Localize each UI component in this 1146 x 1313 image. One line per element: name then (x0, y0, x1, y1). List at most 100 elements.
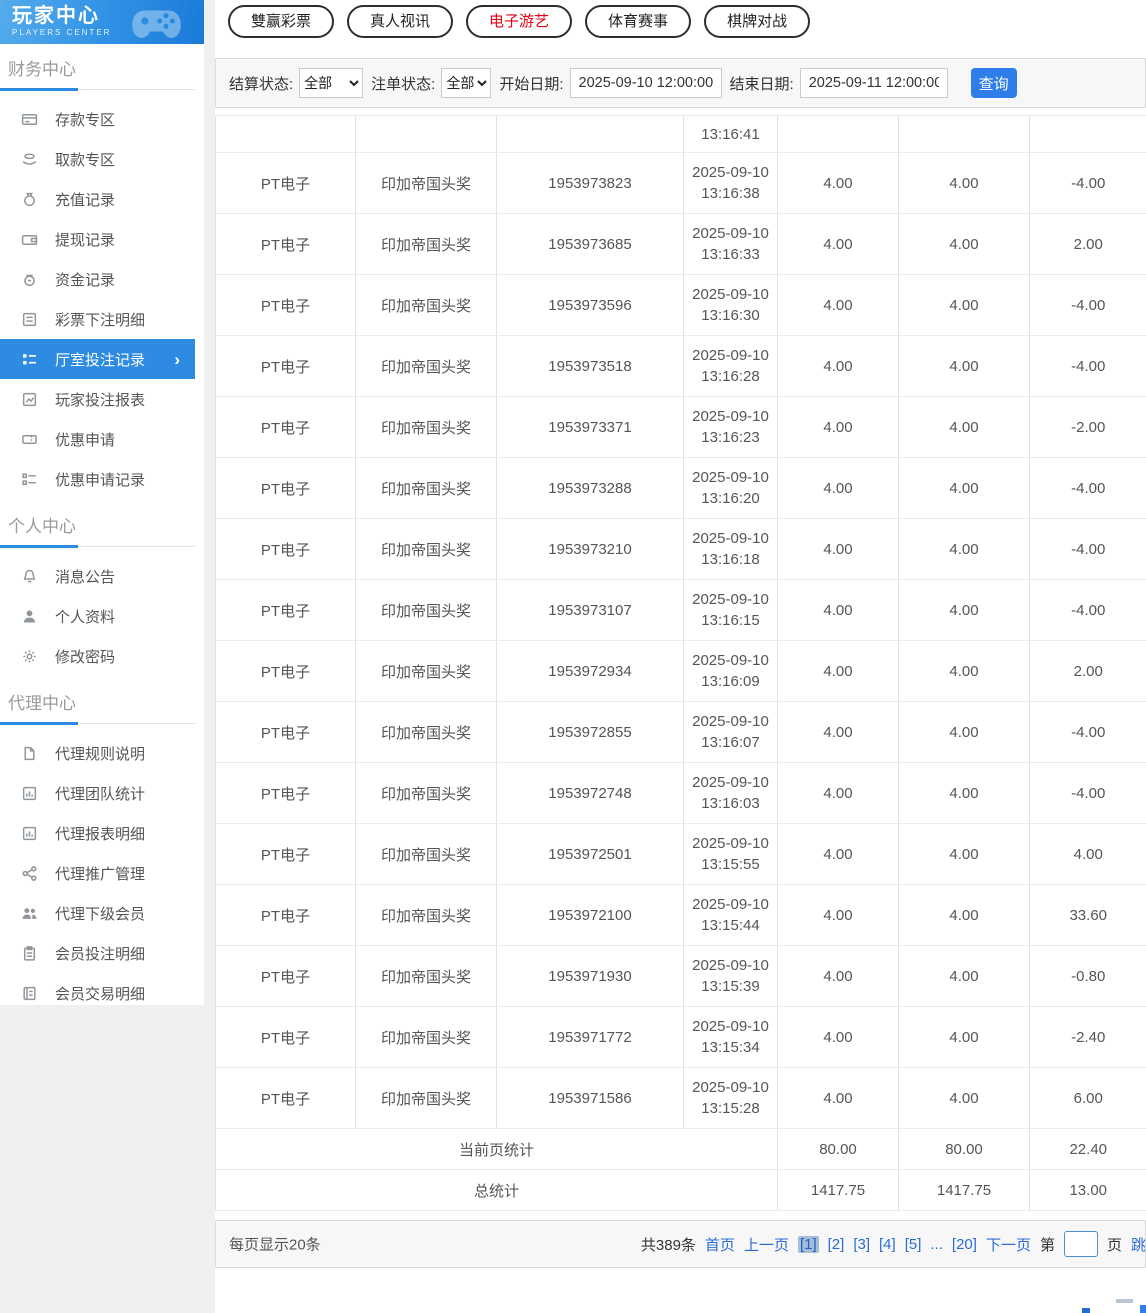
cell-datetime: 2025-09-10 13:16:30 (683, 274, 778, 336)
cell-result: -4.00 (1029, 518, 1146, 580)
jump-page-input[interactable] (1063, 1231, 1098, 1257)
cell-result: -4.00 (1029, 335, 1146, 397)
sidebar-section-title: 个人中心 (8, 517, 76, 536)
cell-order: 1953972501 (496, 823, 684, 885)
sidebar-item[interactable]: 代理报表明细 (0, 813, 195, 853)
page-number-link[interactable]: [2] (828, 1236, 845, 1253)
cell-order (496, 115, 684, 153)
filter-bar: 结算状态: 全部 注单状态: 全部 开始日期: 结束日期: 查询 (215, 58, 1146, 108)
below-sidebar-background (0, 1005, 204, 1313)
sidebar-item[interactable]: 优惠申请记录 (0, 459, 195, 499)
next-page-link[interactable]: 下一页 (986, 1234, 1031, 1255)
sidebar-item-label: 代理团队统计 (55, 785, 146, 803)
cell-order: 1953971586 (496, 1067, 684, 1129)
sidebar-item-label: 会员投注明细 (55, 945, 146, 963)
sidebar-item[interactable]: 优惠申请 (0, 419, 195, 459)
page-number-link[interactable]: [4] (879, 1236, 896, 1253)
game-category-tab[interactable]: 真人视讯 (347, 5, 454, 38)
page-number-link[interactable]: [20] (952, 1236, 977, 1253)
cell-order: 1953973288 (496, 457, 684, 519)
sidebar-item[interactable]: 消息公告 (0, 556, 195, 596)
cell-platform: PT电子 (215, 884, 356, 946)
table-row: PT电子 印加帝国头奖 1953972748 2025-09-10 13:16:… (215, 762, 1146, 824)
cell-valid: 4.00 (898, 823, 1030, 885)
sidebar-item[interactable]: 代理规则说明 (0, 733, 195, 773)
game-category-tab[interactable]: 棋牌对战 (704, 5, 811, 38)
cell-valid: 4.00 (898, 518, 1030, 580)
sidebar-item-label: 存款专区 (55, 111, 116, 129)
cell-game: 印加帝国头奖 (355, 457, 497, 519)
table-row: PT电子 印加帝国头奖 1953971772 2025-09-10 13:15:… (215, 1006, 1146, 1068)
cell-bet: 4.00 (777, 640, 899, 702)
cell-datetime: 2025-09-10 13:16:15 (683, 579, 778, 641)
sidebar-item[interactable]: 存款专区 (0, 99, 195, 139)
cell-valid: 4.00 (898, 1006, 1030, 1068)
table-row: PT电子 印加帝国头奖 1953973107 2025-09-10 13:16:… (215, 579, 1146, 641)
cell-datetime: 2025-09-10 13:16:18 (683, 518, 778, 580)
total-stats-label: 总统计 (215, 1169, 778, 1211)
sidebar-item[interactable]: 会员交易明细 (0, 973, 195, 1013)
gamepad-icon (132, 10, 181, 38)
cell-datetime: 2025-09-10 13:15:55 (683, 823, 778, 885)
start-date-input[interactable] (569, 68, 722, 98)
game-category-tab[interactable]: 雙赢彩票 (228, 5, 335, 38)
query-button[interactable]: 查询 (970, 68, 1017, 98)
sidebar-item[interactable]: 彩票下注明细 (0, 299, 195, 339)
bet-status-label: 注单状态: (371, 75, 436, 93)
table-row: PT电子 印加帝国头奖 1953973288 2025-09-10 13:16:… (215, 457, 1146, 519)
section-divider (0, 88, 195, 91)
grid-list-icon (21, 351, 38, 368)
cell-bet: 4.00 (777, 518, 899, 580)
cell-valid: 4.00 (898, 396, 1030, 458)
page-stats-valid: 80.00 (898, 1128, 1030, 1170)
first-page-link[interactable]: 首页 (705, 1234, 735, 1255)
sidebar-item[interactable]: 修改密码 (0, 636, 195, 676)
page-number-links: [1] [2] [3] [4] [5] ... [20] (797, 1235, 977, 1253)
sidebar-item-label: 会员交易明细 (55, 985, 146, 1003)
prev-page-link[interactable]: 上一页 (744, 1234, 789, 1255)
table-row: PT电子 印加帝国头奖 1953973823 2025-09-10 13:16:… (215, 152, 1146, 214)
sidebar-item[interactable]: 充值记录 (0, 179, 195, 219)
sidebar-item-label: 充值记录 (55, 191, 116, 209)
cutoff-widget-fragment (1082, 1308, 1090, 1313)
cell-platform: PT电子 (215, 701, 356, 763)
cell-datetime: 2025-09-10 13:15:28 (683, 1067, 778, 1129)
cell-game: 印加帝国头奖 (355, 518, 497, 580)
sidebar-item[interactable]: 代理团队统计 (0, 773, 195, 813)
sidebar-item[interactable]: 会员投注明细 (0, 933, 195, 973)
page-number-link[interactable]: [3] (853, 1236, 870, 1253)
cell-valid: 4.00 (898, 701, 1030, 763)
sidebar-item-label: 代理下级会员 (55, 905, 146, 923)
page-number-link[interactable]: [5] (905, 1236, 922, 1253)
stats-icon (21, 785, 38, 802)
sidebar-item[interactable]: 资金记录 (0, 259, 195, 299)
sidebar-item[interactable]: 代理推广管理 (0, 853, 195, 893)
sidebar-item[interactable]: 代理下级会员 (0, 893, 195, 933)
game-category-tab[interactable]: 电子游艺 (466, 5, 573, 38)
sidebar-item[interactable]: 提现记录 (0, 219, 195, 259)
table-row: PT电子 印加帝国头奖 1953972934 2025-09-10 13:16:… (215, 640, 1146, 702)
table-row: PT电子 印加帝国头奖 1953972855 2025-09-10 13:16:… (215, 701, 1146, 763)
hand-coin-icon (21, 151, 38, 168)
page-number-link[interactable]: [1] (797, 1235, 819, 1253)
sidebar-menu-list: 存款专区 取款专区 充值记录 提现记录 资金记录 彩票下注明细 厅室投注记录 ›… (0, 99, 204, 499)
sidebar-item[interactable]: 玩家投注报表 (0, 379, 195, 419)
settle-status-select[interactable]: 全部 (299, 68, 364, 98)
bet-status-select[interactable]: 全部 (441, 68, 492, 98)
cell-order: 1953972934 (496, 640, 684, 702)
sidebar-item-label: 优惠申请记录 (55, 471, 146, 489)
jump-button[interactable]: 跳转 (1131, 1234, 1145, 1255)
sidebar-item[interactable]: 厅室投注记录 › (0, 339, 195, 379)
cell-valid: 4.00 (898, 274, 1030, 336)
cell-bet: 4.00 (777, 213, 899, 275)
sidebar-item-label: 代理规则说明 (55, 745, 146, 763)
end-date-input[interactable] (799, 68, 948, 98)
cell-order: 1953972748 (496, 762, 684, 824)
sidebar-item[interactable]: 取款专区 (0, 139, 195, 179)
cell-bet: 4.00 (777, 1067, 899, 1129)
table-row: PT电子 印加帝国头奖 1953971930 2025-09-10 13:15:… (215, 945, 1146, 1007)
sidebar-item[interactable]: 个人资料 (0, 596, 195, 636)
cell-datetime: 2025-09-10 13:15:39 (683, 945, 778, 1007)
game-category-tab[interactable]: 体育赛事 (585, 5, 692, 38)
sidebar-menu-list: 代理规则说明 代理团队统计 代理报表明细 代理推广管理 代理下级会员 会员投注明… (0, 733, 204, 1013)
